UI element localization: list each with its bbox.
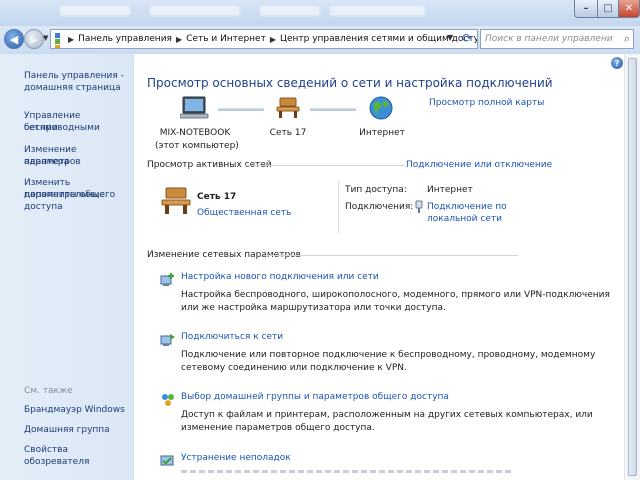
sidebar-link-sharing-2[interactable]: параметры общего доступа [24,189,133,213]
vertical-scrollbar[interactable] [624,54,640,480]
back-arrow-icon: ◀ [9,32,19,46]
sidebar-link-control-panel-home[interactable]: Панель управления - [24,70,124,82]
sidebar-link-firewall[interactable]: Брандмауэр Windows [24,404,125,416]
breadcrumb-network-internet[interactable]: Сеть и Интернет [186,34,266,44]
new-connection-icon [160,273,174,286]
public-network-bench-icon [161,187,191,214]
ethernet-icon [415,200,423,213]
access-type-label: Тип доступа: [345,185,407,195]
sidebar-link-homegroup[interactable]: Домашняя группа [24,424,110,436]
internet-label[interactable]: Интернет [352,128,412,138]
breadcrumb-separator-icon[interactable]: ▶ [176,35,182,44]
connection-line [310,108,356,111]
task-homegroup-desc: Доступ к файлам и принтерам, расположенн… [181,410,593,420]
active-network-name: Сеть 17 [197,192,237,202]
forward-button[interactable]: ▶ [24,29,44,49]
network-type-link[interactable]: Общественная сеть [197,208,291,218]
sidebar: Панель управления - домашняя страница Уп… [0,54,134,480]
divider [338,181,339,233]
forward-arrow-icon: ▶ [29,32,39,46]
task-connect-desc-2: сетевому соединению или подключение к VP… [181,363,407,373]
computer-name: MIX-NOTEBOOK [159,128,231,138]
navigation-bar: ◀ ▶ ▼ ▶ Панель управления ▶ Сеть и Интер… [0,26,640,54]
divider [263,255,518,256]
bench-icon [276,97,300,118]
task-homegroup-desc-2: изменение параметров общего доступа. [181,423,375,433]
task-connect-desc: Подключение или повторное подключение к … [181,350,596,360]
task-new-connection-desc-2: или же настройка маршрутизатора или точк… [181,303,446,313]
full-map-link[interactable]: Просмотр полной карты [429,98,544,108]
clipped-text-row [181,470,511,473]
task-homegroup-link[interactable]: Выбор домашней группы и параметров общег… [181,392,449,402]
connect-disconnect-link[interactable]: Подключение или отключение [406,160,552,170]
see-also-label: См. также [24,386,73,396]
access-type-value: Интернет [427,185,473,195]
address-bar[interactable]: ▶ Панель управления ▶ Сеть и Интернет ▶ … [50,29,478,49]
close-button[interactable]: ✕ [618,0,640,18]
computer-subtitle: (этот компьютер) [155,141,239,151]
lan-connection-link-2[interactable]: локальной сети [427,214,502,224]
help-icon[interactable]: ? [611,57,623,69]
task-new-connection-link[interactable]: Настройка нового подключения или сети [181,272,379,282]
connections-label: Подключения: [345,202,414,212]
page-title: Просмотр основных сведений о сети и наст… [147,76,553,90]
search-icon[interactable]: ⌕ [624,32,630,46]
minimize-button[interactable]: – [574,0,598,18]
window: – □ ✕ ◀ ▶ ▼ ▶ Панель управления ▶ Сеть и… [0,0,640,480]
divider [245,165,405,166]
back-button[interactable]: ◀ [4,29,24,49]
homegroup-icon [162,394,174,406]
scrollbar-thumb[interactable] [628,58,637,476]
connect-network-icon [160,334,175,346]
lan-connection-link[interactable]: Подключение по [427,202,507,212]
maximize-button[interactable]: □ [597,0,619,18]
breadcrumb-separator-icon[interactable]: ▶ [270,35,276,44]
control-panel-icon [55,33,60,48]
sidebar-link-control-panel-home-2[interactable]: домашняя страница [24,82,121,94]
task-connect-link[interactable]: Подключиться к сети [181,332,283,342]
breadcrumb-control-panel[interactable]: Панель управления [78,34,172,44]
address-dropdown-icon[interactable]: ▼ [447,33,453,42]
sidebar-link-adapter-2[interactable]: адаптера [24,156,69,168]
breadcrumb-separator-icon: ▶ [68,34,75,44]
title-bar: – □ ✕ [0,0,640,26]
history-dropdown-icon[interactable]: ▼ [43,34,48,42]
network-map-name[interactable]: Сеть 17 [258,128,318,138]
search-box[interactable]: ⌕ [480,29,634,49]
refresh-icon[interactable]: ⟳ [462,31,472,45]
search-input[interactable] [481,33,615,45]
troubleshoot-icon [160,455,174,466]
task-new-connection-desc: Настройка беспроводного, широкополосного… [181,290,610,300]
connection-line [218,108,264,111]
sidebar-link-wireless-2[interactable]: сетями [24,122,58,134]
task-troubleshoot-link[interactable]: Устранение неполадок [181,453,291,463]
sidebar-link-internet-options[interactable]: Свойства обозревателя [24,444,133,468]
computer-icon [180,96,209,119]
globe-icon [369,96,393,120]
